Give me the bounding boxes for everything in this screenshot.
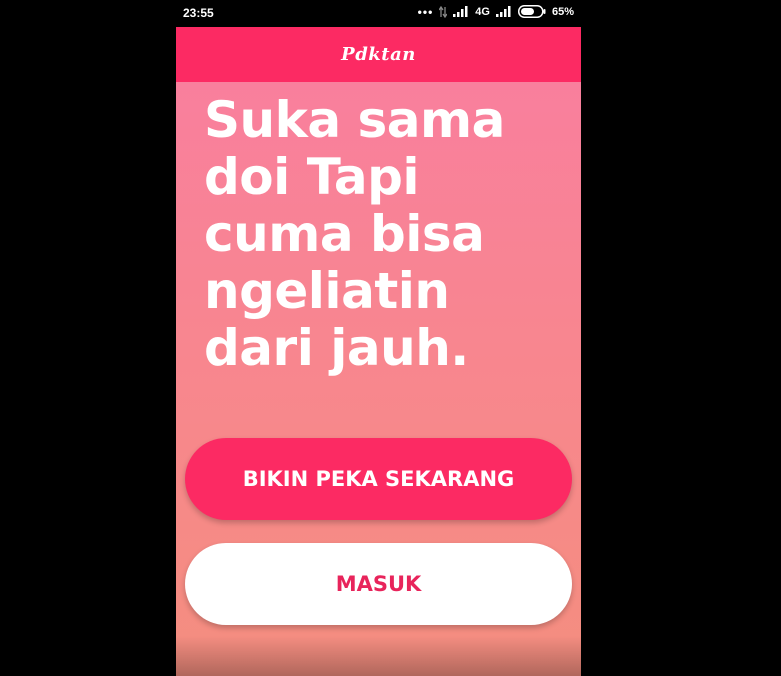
battery-percent: 65%	[551, 5, 574, 18]
network-type: 4G	[475, 5, 490, 18]
app-bar: Pdktan	[176, 27, 581, 82]
login-button[interactable]: MASUK	[185, 543, 572, 625]
headline-text: Suka sama doi Tapi cuma bisa ngeliatin d…	[204, 91, 505, 377]
status-bar: 23:55 ••• 4G 65%	[176, 0, 581, 27]
onboarding-content: Suka sama doi Tapi cuma bisa ngeliatin d…	[176, 82, 581, 676]
start-now-button[interactable]: BIKIN PEKA SEKARANG	[185, 438, 572, 520]
status-time: 23:55	[183, 6, 214, 20]
more-dots-icon: •••	[417, 4, 434, 19]
data-transfer-icon	[439, 5, 448, 18]
bottom-shade	[176, 636, 581, 676]
status-icons: ••• 4G 65%	[418, 5, 574, 18]
battery-icon	[517, 5, 546, 18]
signal-icon-2	[495, 6, 512, 17]
phone-screen: 23:55 ••• 4G 65% Pdktan Suka sama doi Ta…	[176, 0, 581, 676]
signal-icon	[453, 6, 469, 17]
app-logo: Pdktan	[341, 44, 416, 65]
